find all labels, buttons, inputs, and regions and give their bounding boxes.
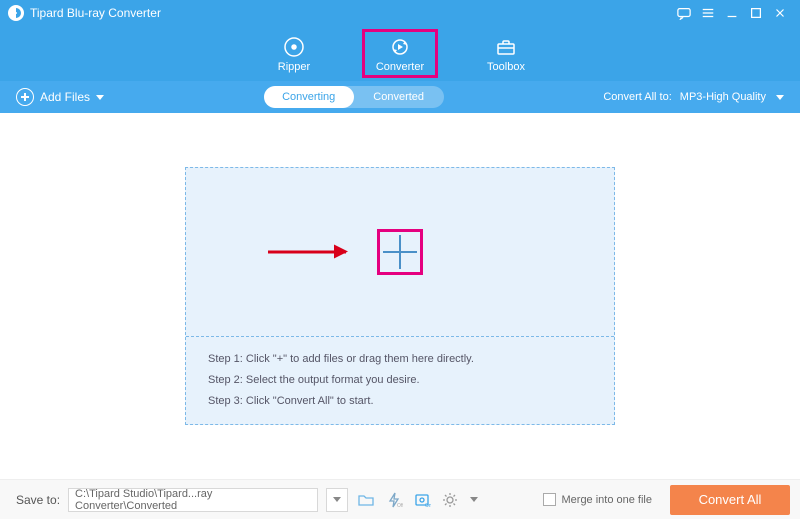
app-title: Tipard Blu-ray Converter bbox=[30, 6, 161, 20]
save-to-label: Save to: bbox=[16, 493, 60, 507]
settings-dropdown[interactable] bbox=[468, 488, 480, 512]
chevron-down-icon bbox=[776, 95, 784, 100]
drop-zone[interactable]: Step 1: Click "+" to add files or drag t… bbox=[185, 167, 615, 425]
svg-text:On: On bbox=[425, 503, 431, 509]
convert-all-to[interactable]: Convert All to: MP3-High Quality bbox=[603, 91, 784, 103]
minimize-button[interactable] bbox=[720, 1, 744, 25]
checkbox-icon bbox=[543, 493, 556, 506]
status-tabs: Converting Converted bbox=[264, 86, 444, 108]
convert-all-label: Convert All bbox=[699, 492, 762, 507]
mode-ripper[interactable]: Ripper bbox=[256, 29, 332, 78]
title-bar: Tipard Blu-ray Converter bbox=[0, 0, 800, 26]
convert-all-to-label: Convert All to: bbox=[603, 91, 671, 103]
bottom-bar: Save to: C:\Tipard Studio\Tipard...ray C… bbox=[0, 479, 800, 519]
mode-toolbox[interactable]: Toolbox bbox=[468, 29, 544, 78]
add-files-label: Add Files bbox=[40, 90, 90, 104]
add-files-plus-icon[interactable] bbox=[377, 229, 423, 275]
annotation-arrow bbox=[268, 251, 346, 254]
mode-label: Converter bbox=[376, 61, 424, 73]
step-text: Step 2: Select the output format you des… bbox=[208, 370, 592, 391]
settings-icon[interactable] bbox=[440, 490, 460, 510]
convert-all-to-value: MP3-High Quality bbox=[680, 91, 766, 103]
drop-zone-top bbox=[186, 168, 614, 336]
save-path-value: C:\Tipard Studio\Tipard...ray Converter\… bbox=[75, 488, 311, 512]
merge-label: Merge into one file bbox=[562, 494, 653, 506]
options-bar: Add Files Converting Converted Convert A… bbox=[0, 81, 800, 113]
svg-text:Off: Off bbox=[397, 503, 403, 509]
convert-icon bbox=[388, 35, 412, 59]
merge-checkbox[interactable]: Merge into one file bbox=[543, 493, 653, 506]
open-folder-icon[interactable] bbox=[356, 490, 376, 510]
toolbox-icon bbox=[494, 35, 518, 59]
mode-converter[interactable]: Converter bbox=[362, 29, 438, 78]
step-text: Step 1: Click "+" to add files or drag t… bbox=[208, 349, 592, 370]
step-text: Step 3: Click "Convert All" to start. bbox=[208, 391, 592, 412]
speed-boost-icon[interactable]: Off bbox=[384, 490, 404, 510]
plus-circle-icon bbox=[16, 88, 34, 106]
maximize-button[interactable] bbox=[744, 1, 768, 25]
main-area: Step 1: Click "+" to add files or drag t… bbox=[0, 113, 800, 479]
mode-bar: Ripper Converter Toolbox bbox=[0, 26, 800, 81]
mode-label: Toolbox bbox=[487, 61, 525, 73]
instructions: Step 1: Click "+" to add files or drag t… bbox=[186, 337, 614, 424]
convert-all-button[interactable]: Convert All bbox=[670, 485, 790, 515]
close-button[interactable] bbox=[768, 1, 792, 25]
gpu-accel-icon[interactable]: On bbox=[412, 490, 432, 510]
disc-icon bbox=[282, 35, 306, 59]
add-files-button[interactable]: Add Files bbox=[16, 88, 104, 106]
chevron-down-icon bbox=[96, 95, 104, 100]
app-logo-icon bbox=[8, 5, 24, 21]
tab-converted[interactable]: Converted bbox=[354, 86, 444, 108]
feedback-icon[interactable] bbox=[672, 1, 696, 25]
save-path-field[interactable]: C:\Tipard Studio\Tipard...ray Converter\… bbox=[68, 488, 318, 512]
save-path-dropdown[interactable] bbox=[326, 488, 348, 512]
menu-icon[interactable] bbox=[696, 1, 720, 25]
mode-label: Ripper bbox=[278, 61, 310, 73]
tab-converting[interactable]: Converting bbox=[264, 86, 354, 108]
